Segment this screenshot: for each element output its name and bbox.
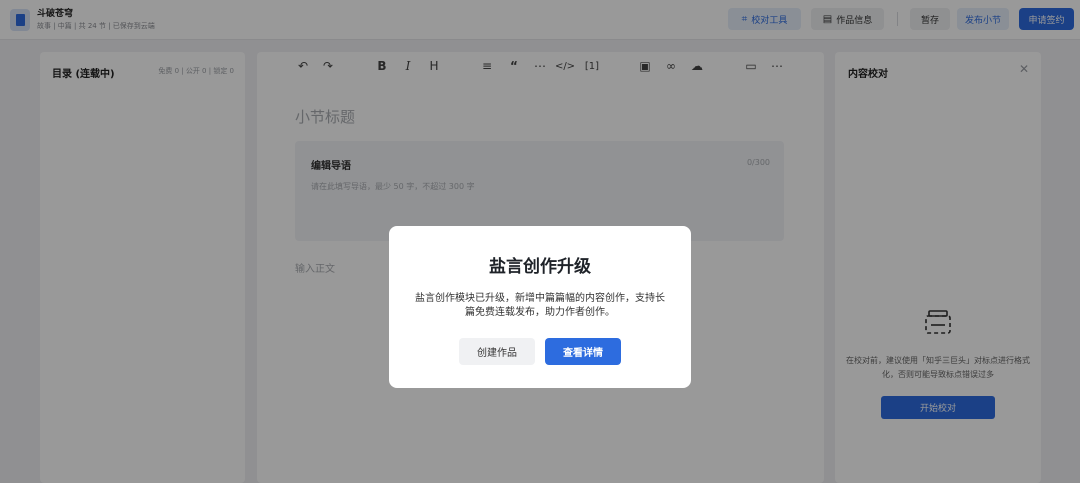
modal-title: 盐言创作升级: [489, 257, 591, 277]
modal-text: 盐言创作模块已升级，新增中篇篇幅的内容创作，支持长篇免费连载发布，助力作者创作。: [415, 293, 665, 318]
upgrade-modal: 盐言创作升级 盐言创作模块已升级，新增中篇篇幅的内容创作，支持长篇免费连载发布，…: [389, 226, 691, 388]
create-work-button[interactable]: 创建作品: [459, 338, 535, 365]
view-details-button[interactable]: 查看详情: [545, 338, 621, 365]
